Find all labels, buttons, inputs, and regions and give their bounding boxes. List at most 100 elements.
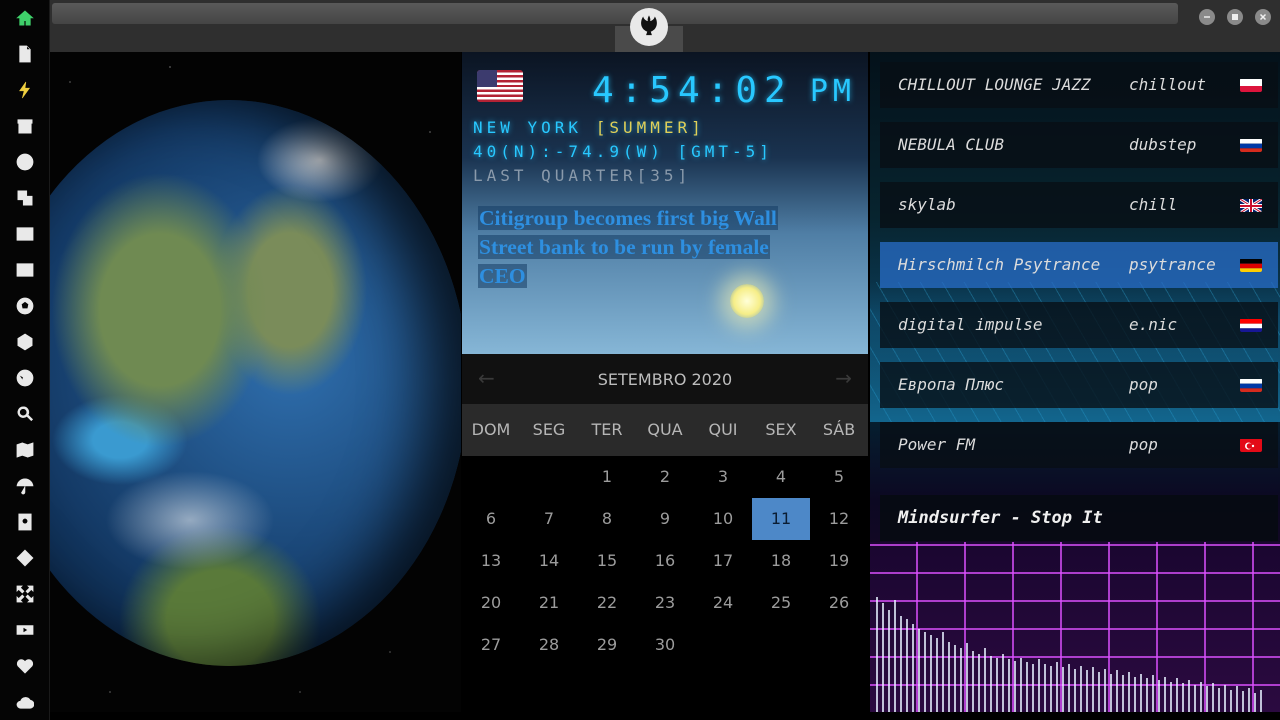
spectrum-bar <box>984 648 986 712</box>
calendar-day[interactable]: 26 <box>810 582 868 624</box>
station-row[interactable]: skylab chill <box>880 182 1278 228</box>
calendar-day[interactable]: 1 <box>578 456 636 498</box>
image-icon[interactable] <box>15 224 35 244</box>
calendar-day[interactable]: 21 <box>520 582 578 624</box>
germany-flag-icon <box>1240 258 1262 272</box>
news-headline[interactable]: Citigroup becomes first big Wall Street … <box>478 204 808 291</box>
poland-flag-icon <box>1240 78 1262 92</box>
news-icon[interactable] <box>15 260 35 280</box>
station-row[interactable]: digital impulse e.nic <box>880 302 1278 348</box>
calendar-day[interactable]: 9 <box>636 498 694 540</box>
calendar-day[interactable]: 4 <box>752 456 810 498</box>
calendar-weekdays: DOM SEG TER QUA QUI SEX SÁB <box>462 404 868 456</box>
spectrum-bar <box>894 600 896 712</box>
calendar-day[interactable]: 17 <box>694 540 752 582</box>
globe-icon[interactable] <box>15 368 35 388</box>
expand-icon[interactable] <box>15 584 35 604</box>
next-month-icon[interactable]: → <box>835 366 852 390</box>
calendar-day[interactable]: 16 <box>636 540 694 582</box>
spectrum-bar <box>1056 662 1058 712</box>
coordinates-line: 40(N):-74.9(W) [GMT-5] <box>473 142 773 161</box>
calendar-day[interactable]: 13 <box>462 540 520 582</box>
calendar-day[interactable]: 29 <box>578 624 636 666</box>
calendar-day[interactable]: 7 <box>520 498 578 540</box>
spectrum-bar <box>906 619 908 712</box>
calendar-day[interactable]: 19 <box>810 540 868 582</box>
calendar-day[interactable]: 2 <box>636 456 694 498</box>
station-name: CHILLOUT LOUNGE JAZZ <box>898 75 1091 94</box>
spectrum-bar <box>1092 667 1094 712</box>
now-playing-bar[interactable]: Mindsurfer - Stop It <box>880 495 1278 541</box>
calendar-day[interactable]: 28 <box>520 624 578 666</box>
station-row[interactable]: Power FM pop <box>880 422 1278 468</box>
calendar-day[interactable]: 18 <box>752 540 810 582</box>
station-row[interactable]: CHILLOUT LOUNGE JAZZ chillout <box>880 62 1278 108</box>
calendar-empty-cell <box>520 456 578 498</box>
calendar-day[interactable]: 5 <box>810 456 868 498</box>
spectrum-bar <box>1224 684 1226 712</box>
spectrum-bar <box>1146 678 1148 712</box>
turkey-flag-icon <box>1240 438 1262 452</box>
code-icon[interactable] <box>15 548 35 568</box>
contacts-icon[interactable] <box>15 512 35 532</box>
lightning-icon[interactable] <box>15 80 35 100</box>
umbrella-icon[interactable] <box>15 476 35 496</box>
spectrum-bar <box>1206 686 1208 712</box>
home-icon[interactable] <box>15 8 35 28</box>
spectrum-bar <box>1194 684 1196 712</box>
earth-panel <box>50 52 461 712</box>
calendar-day[interactable]: 6 <box>462 498 520 540</box>
cloud-icon[interactable] <box>15 692 35 712</box>
earth-globe[interactable] <box>50 100 461 666</box>
translate-icon[interactable] <box>15 188 35 208</box>
youtube-icon[interactable] <box>15 620 35 640</box>
station-genre: pop <box>1129 435 1158 454</box>
document-icon[interactable] <box>15 44 35 64</box>
spectrum-bar <box>1008 659 1010 712</box>
spectrum-bar <box>1026 662 1028 712</box>
weekday-label: QUI <box>708 420 738 439</box>
aperture-icon[interactable] <box>15 296 35 316</box>
polyhedron-icon[interactable] <box>15 332 35 352</box>
minimize-button[interactable] <box>1199 9 1215 25</box>
spectrum-bar <box>1074 668 1076 712</box>
location-line: NEW YORK [SUMMER] <box>473 118 705 137</box>
russia-flag-icon <box>1240 138 1262 152</box>
maximize-button[interactable] <box>1227 9 1243 25</box>
search-icon[interactable] <box>15 404 35 424</box>
calendar-month: SETEMBRO 2020 <box>597 369 733 389</box>
calendar-day[interactable]: 20 <box>462 582 520 624</box>
calendar-day[interactable]: 8 <box>578 498 636 540</box>
heart-icon[interactable] <box>15 656 35 676</box>
calendar-day-today[interactable]: 11 <box>752 498 810 540</box>
station-row[interactable]: Европа Плюс pop <box>880 362 1278 408</box>
calendar-day[interactable]: 15 <box>578 540 636 582</box>
calendar-day[interactable]: 27 <box>462 624 520 666</box>
spectrum-bar <box>912 624 914 712</box>
close-button[interactable] <box>1255 9 1271 25</box>
spectrum-bar <box>1152 675 1154 712</box>
calendar-day[interactable]: 25 <box>752 582 810 624</box>
archive-icon[interactable] <box>15 116 35 136</box>
station-row-selected[interactable]: Hirschmilch Psytrance psytrance <box>880 242 1278 288</box>
station-row[interactable]: NEBULA CLUB dubstep <box>880 122 1278 168</box>
rebel-alliance-icon[interactable] <box>630 8 668 46</box>
station-genre: e.nic <box>1129 315 1178 334</box>
news-headline-text[interactable]: Citigroup becomes first big Wall Street … <box>478 206 778 288</box>
calendar-day[interactable]: 10 <box>694 498 752 540</box>
calendar-day[interactable]: 30 <box>636 624 694 666</box>
calendar-day[interactable]: 22 <box>578 582 636 624</box>
calendar-day[interactable]: 12 <box>810 498 868 540</box>
audio-visualizer <box>870 542 1280 712</box>
spectrum-bar <box>1140 673 1142 712</box>
calendar-day[interactable]: 24 <box>694 582 752 624</box>
station-name: Европа Плюс <box>898 375 1004 394</box>
map-icon[interactable] <box>15 440 35 460</box>
play-icon[interactable] <box>15 152 35 172</box>
calendar-day[interactable]: 23 <box>636 582 694 624</box>
calendar-day[interactable]: 3 <box>694 456 752 498</box>
spectrum-bar <box>1098 672 1100 712</box>
weekday-label: QUA <box>647 420 683 439</box>
prev-month-icon[interactable]: ← <box>478 366 495 390</box>
calendar-day[interactable]: 14 <box>520 540 578 582</box>
